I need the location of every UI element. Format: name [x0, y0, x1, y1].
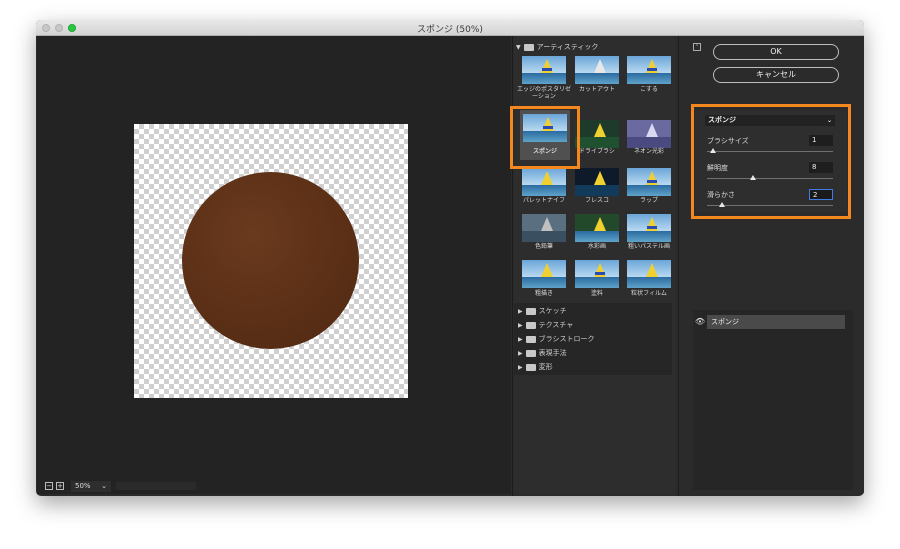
thumb-label: ネオン光彩: [633, 148, 664, 155]
thumb-label: 水彩画: [587, 243, 606, 250]
triangle-right-icon: ▶: [518, 307, 523, 315]
thumb-colored-pencil[interactable]: [522, 214, 566, 242]
thumb-cutout[interactable]: [575, 56, 619, 84]
category-label: スケッチ: [538, 307, 567, 315]
thumb-label: 塗料: [590, 290, 603, 297]
thumb-label: 粗いパステル画: [627, 243, 670, 250]
ok-button[interactable]: OK: [713, 44, 839, 60]
category-label: 表現手法: [538, 349, 567, 357]
title-bar: スポンジ (50%): [36, 20, 864, 36]
cancel-button[interactable]: キャンセル: [713, 67, 839, 83]
zoom-scroll-track[interactable]: [116, 482, 196, 490]
category-texture[interactable]: ▶ テクスチャ: [518, 319, 573, 331]
effect-layer-name: スポンジ: [707, 315, 845, 329]
category-label: ブラシストローク: [538, 335, 595, 343]
thumb-label: フレスコ: [584, 197, 609, 204]
thumb-label: 粗描き: [534, 290, 553, 297]
thumb-film-grain[interactable]: [627, 260, 671, 288]
thumb-label: ラップ: [639, 197, 658, 204]
window-title: スポンジ (50%): [417, 25, 483, 35]
settings-panel: ⌃ OK キャンセル スポンジ ⌄ ブラシサイズ 1 鮮明度 8 滑らかさ 2 …: [687, 36, 864, 494]
thumb-poster-edges[interactable]: [522, 56, 566, 84]
thumb-label: エッジのポスタリゼーション: [516, 86, 571, 100]
category-distort[interactable]: ▶ 変形: [518, 361, 553, 373]
thumb-dry-brush[interactable]: [575, 120, 619, 148]
thumb-smudge[interactable]: [627, 56, 671, 84]
thumb-palette-knife[interactable]: [522, 168, 566, 196]
folder-icon: [525, 349, 536, 357]
filter-gallery-window: スポンジ (50%) − + 50% ⌄ ▼ アーティスティック エッジのポスタ…: [36, 20, 864, 496]
triangle-right-icon: ▶: [518, 349, 523, 357]
triangle-right-icon: ▶: [518, 363, 523, 371]
chevron-down-icon: ⌄: [101, 481, 107, 490]
thumb-fresco[interactable]: [575, 168, 619, 196]
thumb-plastic-wrap[interactable]: [627, 168, 671, 196]
category-artistic[interactable]: ▼ アーティスティック: [516, 41, 598, 53]
preview-area[interactable]: − + 50% ⌄: [37, 36, 511, 494]
folder-icon: [525, 307, 536, 315]
thumb-watercolor[interactable]: [575, 214, 619, 242]
triangle-down-icon: ▼: [516, 43, 521, 51]
zoom-bar: − + 50% ⌄: [45, 480, 196, 492]
category-label: 変形: [538, 363, 553, 371]
folder-icon: [525, 335, 536, 343]
folder-icon: [523, 43, 534, 51]
effect-layers-panel: 👁 スポンジ: [693, 310, 853, 490]
folder-icon: [525, 363, 536, 371]
eye-icon[interactable]: 👁: [693, 315, 707, 329]
zoom-select[interactable]: 50% ⌄: [71, 480, 111, 492]
category-label: アーティスティック: [536, 43, 599, 51]
thumb-label: カットアウト: [578, 86, 615, 93]
category-stylize[interactable]: ▶ 表現手法: [518, 347, 567, 359]
filter-gallery: ▼ アーティスティック エッジのポスタリゼーション カットアウト こする スポン…: [510, 36, 675, 494]
collapse-gallery-icon[interactable]: ⌃: [693, 43, 701, 51]
zoom-value: 50%: [75, 481, 91, 490]
thumb-label: パレットナイフ: [522, 197, 565, 204]
thumb-label: 色鉛筆: [534, 243, 553, 250]
preview-circle-image: [182, 172, 359, 349]
divider: [512, 36, 513, 496]
selected-filter-highlight: [510, 106, 580, 169]
triangle-right-icon: ▶: [518, 321, 523, 329]
thumb-neon-glow[interactable]: [627, 120, 671, 148]
divider: [678, 36, 679, 496]
other-categories: ▶ スケッチ ▶ テクスチャ ▶ ブラシストローク ▶ 表現手法 ▶ 変形: [514, 303, 672, 375]
thumb-rough-pastels[interactable]: [627, 214, 671, 242]
preview-canvas: [134, 124, 408, 398]
thumb-paint-daubs[interactable]: [575, 260, 619, 288]
category-label: テクスチャ: [538, 321, 574, 329]
triangle-right-icon: ▶: [518, 335, 523, 343]
effect-layer-row[interactable]: 👁 スポンジ: [693, 315, 845, 329]
thumb-label: こする: [640, 86, 658, 93]
zoom-out-button[interactable]: −: [45, 482, 53, 490]
folder-icon: [525, 321, 536, 329]
thumb-label: 粒状フィルム: [631, 290, 667, 297]
category-brush-strokes[interactable]: ▶ ブラシストローク: [518, 333, 595, 345]
category-sketch[interactable]: ▶ スケッチ: [518, 305, 567, 317]
params-highlight: [691, 104, 851, 219]
thumb-underpainting[interactable]: [522, 260, 566, 288]
zoom-in-button[interactable]: +: [56, 482, 64, 490]
